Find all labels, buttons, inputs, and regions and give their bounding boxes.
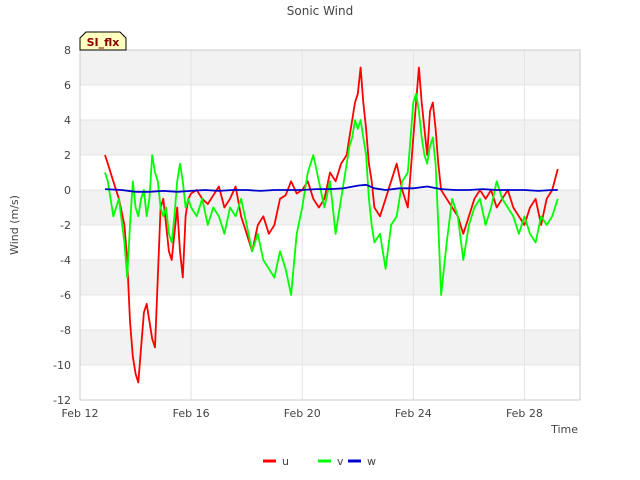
y-tick-label: -4 (60, 254, 71, 267)
y-tick-label: 4 (64, 114, 71, 127)
y-tick-label: 8 (64, 44, 71, 57)
x-tick-label: Feb 12 (62, 407, 99, 420)
x-tick-label: Feb 20 (284, 407, 321, 420)
plot-bands (80, 50, 580, 365)
y-tick-label: -10 (53, 359, 71, 372)
chart-canvas: Sonic Wind -12-10-8-6-4-202468 Feb 12 Feb… (8, 4, 581, 468)
badge-label: SI_flx (87, 36, 120, 49)
y-tick-labels: -12 -10 -8 -6 -4 -2 0 2 4 6 8 (53, 44, 71, 407)
x-axis-label: Time (550, 423, 578, 436)
plot-band (80, 50, 580, 85)
x-tick-labels: Feb 12 Feb 16 Feb 20 Feb 24 Feb 28 (62, 407, 543, 420)
y-tick-label: 0 (64, 184, 71, 197)
y-axis-label: Wind (m/s) (8, 195, 21, 255)
plot-band (80, 120, 580, 155)
y-tick-label: -8 (60, 324, 71, 337)
x-tick-label: Feb 16 (173, 407, 210, 420)
legend-label-v: v (337, 455, 344, 468)
legend-label-u: u (282, 455, 289, 468)
plot-band (80, 260, 580, 295)
y-tick-label: 2 (64, 149, 71, 162)
x-tick-label: Feb 28 (506, 407, 543, 420)
y-tick-label: 6 (64, 79, 71, 92)
legend-label-w: w (367, 455, 376, 468)
chart-title: Sonic Wind (287, 4, 353, 18)
legend: u v w (263, 455, 376, 468)
y-tick-label: -6 (60, 289, 71, 302)
y-tick-label: -12 (53, 394, 71, 407)
x-tick-label: Feb 24 (395, 407, 432, 420)
y-tick-label: -2 (60, 219, 71, 232)
badge: SI_flx (79, 31, 127, 51)
